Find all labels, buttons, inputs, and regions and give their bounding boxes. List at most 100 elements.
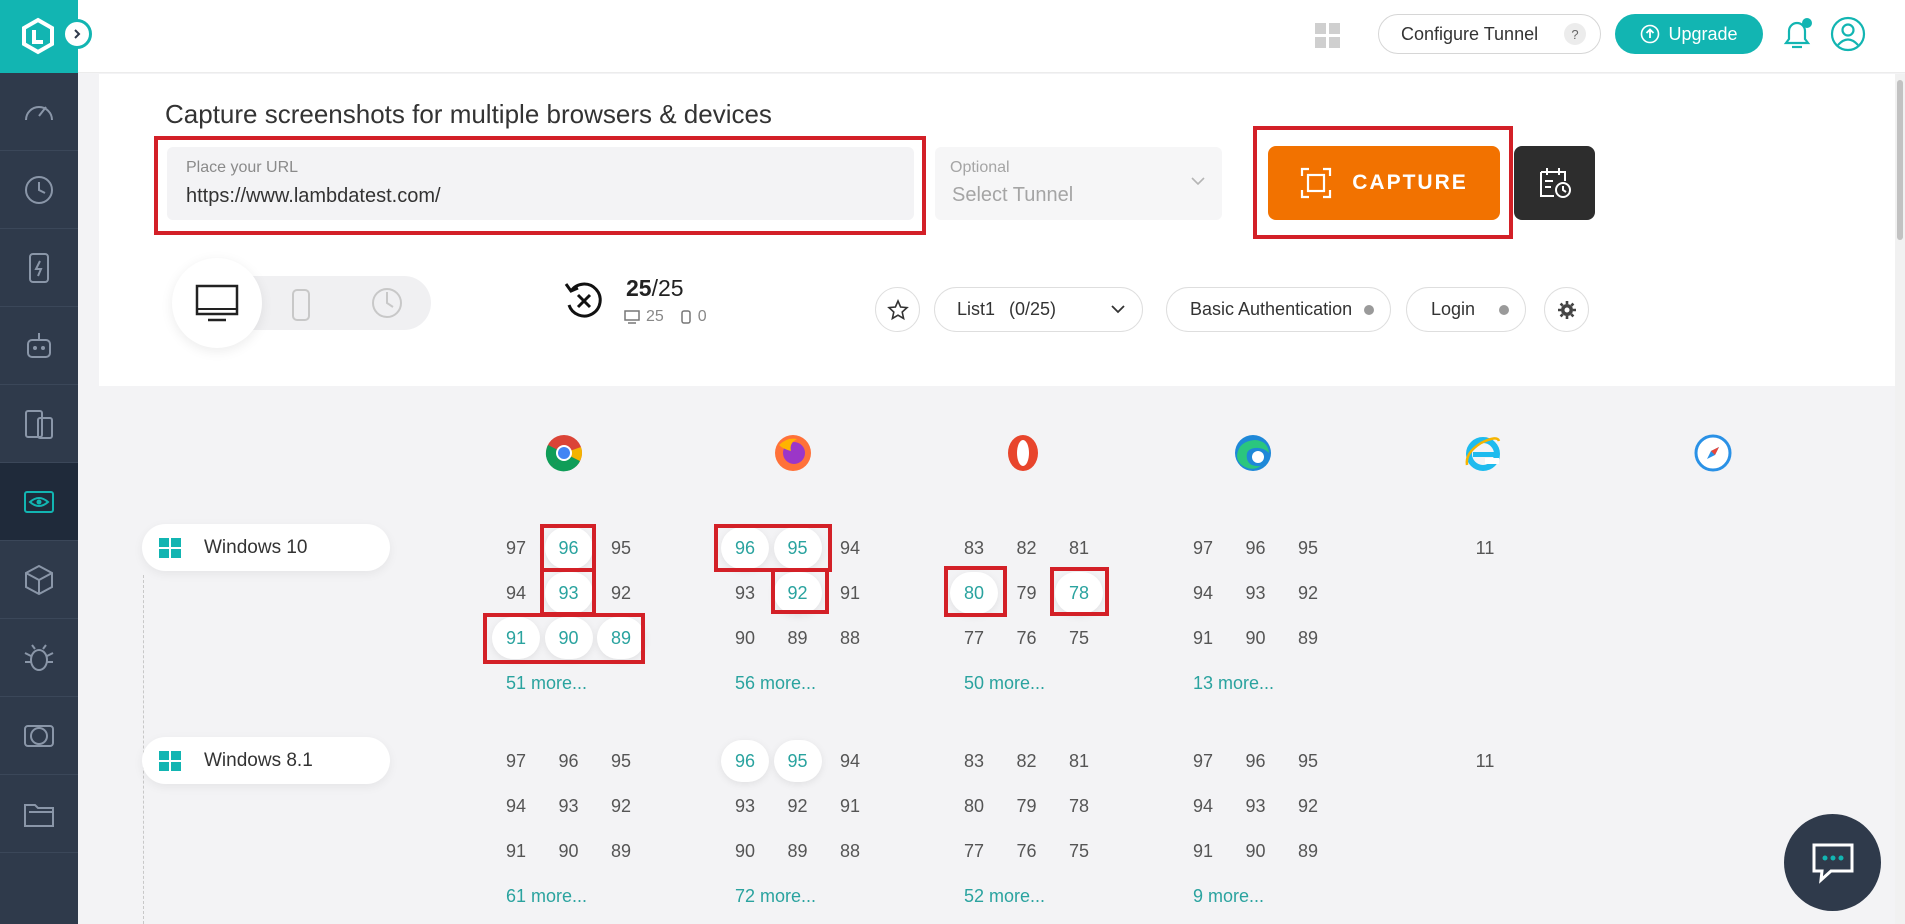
more-versions-link-chrome[interactable]: 51 more... — [506, 673, 587, 694]
version-edge-89[interactable]: 89 — [1284, 830, 1332, 872]
more-versions-link-firefox[interactable]: 56 more... — [735, 673, 816, 694]
os-pill-windows-10[interactable]: Windows 10 — [142, 524, 390, 571]
version-opera-76[interactable]: 76 — [1003, 830, 1051, 872]
version-opera-78[interactable]: 78 — [1055, 572, 1103, 614]
version-firefox-90[interactable]: 90 — [721, 617, 769, 659]
version-firefox-93[interactable]: 93 — [721, 572, 769, 614]
version-edge-96[interactable]: 96 — [1232, 740, 1280, 782]
url-input-value[interactable]: https://www.lambdatest.com/ — [186, 185, 441, 208]
version-edge-91[interactable]: 91 — [1179, 617, 1227, 659]
version-edge-95[interactable]: 95 — [1284, 740, 1332, 782]
version-firefox-91[interactable]: 91 — [826, 572, 874, 614]
version-opera-82[interactable]: 82 — [1003, 740, 1051, 782]
version-edge-89[interactable]: 89 — [1284, 617, 1332, 659]
version-firefox-95[interactable]: 95 — [773, 740, 822, 782]
chat-support-button[interactable] — [1784, 814, 1881, 911]
version-opera-75[interactable]: 75 — [1055, 830, 1103, 872]
version-edge-94[interactable]: 94 — [1179, 785, 1227, 827]
version-opera-77[interactable]: 77 — [950, 830, 998, 872]
more-versions-link-firefox[interactable]: 72 more... — [735, 886, 816, 907]
version-chrome-93[interactable]: 93 — [544, 572, 593, 614]
desktop-tab[interactable] — [172, 258, 262, 348]
sidebar-item-smart-ui[interactable] — [0, 697, 78, 775]
settings-button[interactable] — [1544, 287, 1589, 332]
version-firefox-89[interactable]: 89 — [774, 617, 822, 659]
sidebar-item-responsive[interactable] — [0, 385, 78, 463]
version-firefox-89[interactable]: 89 — [774, 830, 822, 872]
version-opera-82[interactable]: 82 — [1003, 527, 1051, 569]
sidebar-item-projects[interactable] — [0, 775, 78, 853]
version-edge-94[interactable]: 94 — [1179, 572, 1227, 614]
version-firefox-92[interactable]: 92 — [773, 572, 822, 614]
more-versions-link-edge[interactable]: 9 more... — [1193, 886, 1264, 907]
sidebar-expand-button[interactable] — [62, 19, 92, 49]
version-edge-97[interactable]: 97 — [1179, 740, 1227, 782]
more-versions-link-chrome[interactable]: 61 more... — [506, 886, 587, 907]
version-firefox-95[interactable]: 95 — [773, 527, 822, 569]
version-chrome-91[interactable]: 91 — [492, 617, 540, 659]
version-chrome-95[interactable]: 95 — [597, 527, 645, 569]
version-opera-75[interactable]: 75 — [1055, 617, 1103, 659]
scrollbar-thumb[interactable] — [1897, 80, 1903, 240]
version-edge-95[interactable]: 95 — [1284, 527, 1332, 569]
version-chrome-92[interactable]: 92 — [597, 572, 645, 614]
version-edge-93[interactable]: 93 — [1232, 572, 1280, 614]
version-firefox-94[interactable]: 94 — [826, 740, 874, 782]
version-edge-92[interactable]: 92 — [1284, 785, 1332, 827]
version-firefox-90[interactable]: 90 — [721, 830, 769, 872]
capture-button[interactable]: CAPTURE — [1268, 146, 1500, 220]
schedule-button[interactable] — [1514, 146, 1595, 220]
version-opera-80[interactable]: 80 — [950, 785, 998, 827]
version-opera-76[interactable]: 76 — [1003, 617, 1051, 659]
version-chrome-90[interactable]: 90 — [544, 617, 593, 659]
notification-bell-icon[interactable] — [1778, 16, 1816, 54]
more-versions-link-opera[interactable]: 52 more... — [964, 886, 1045, 907]
version-firefox-92[interactable]: 92 — [774, 785, 822, 827]
upgrade-button[interactable]: Upgrade — [1615, 14, 1763, 54]
sidebar-item-app-testing[interactable] — [0, 229, 78, 307]
version-ie-11[interactable]: 11 — [1461, 527, 1509, 569]
version-chrome-97[interactable]: 97 — [492, 527, 540, 569]
version-chrome-92[interactable]: 92 — [597, 785, 645, 827]
configure-tunnel-button[interactable]: Configure Tunnel ? — [1378, 14, 1601, 54]
sidebar-item-visual-ui[interactable] — [0, 463, 78, 541]
version-chrome-93[interactable]: 93 — [545, 785, 593, 827]
version-edge-97[interactable]: 97 — [1179, 527, 1227, 569]
tunnel-select[interactable]: Optional Select Tunnel — [935, 147, 1222, 220]
version-edge-90[interactable]: 90 — [1232, 830, 1280, 872]
version-opera-78[interactable]: 78 — [1055, 785, 1103, 827]
version-chrome-89[interactable]: 89 — [597, 617, 645, 659]
sidebar-item-dashboard[interactable] — [0, 73, 78, 151]
help-icon[interactable]: ? — [1564, 23, 1586, 45]
version-firefox-94[interactable]: 94 — [826, 527, 874, 569]
version-opera-79[interactable]: 79 — [1003, 572, 1051, 614]
version-chrome-90[interactable]: 90 — [545, 830, 593, 872]
version-opera-83[interactable]: 83 — [950, 740, 998, 782]
url-input[interactable]: Place your URL https://www.lambdatest.co… — [167, 147, 914, 220]
sidebar-item-realtime[interactable] — [0, 151, 78, 229]
version-firefox-91[interactable]: 91 — [826, 785, 874, 827]
version-opera-77[interactable]: 77 — [950, 617, 998, 659]
version-opera-79[interactable]: 79 — [1003, 785, 1051, 827]
version-chrome-97[interactable]: 97 — [492, 740, 540, 782]
version-chrome-89[interactable]: 89 — [597, 830, 645, 872]
history-timer-icon[interactable] — [369, 285, 405, 321]
browser-list-dropdown[interactable]: List1 (0/25) — [934, 287, 1143, 332]
version-firefox-88[interactable]: 88 — [826, 830, 874, 872]
apps-grid-icon[interactable] — [1315, 23, 1341, 49]
login-button[interactable]: Login — [1406, 287, 1526, 332]
version-edge-92[interactable]: 92 — [1284, 572, 1332, 614]
version-opera-83[interactable]: 83 — [950, 527, 998, 569]
sidebar-item-issues[interactable] — [0, 619, 78, 697]
mobile-device-icon[interactable] — [288, 288, 314, 322]
version-chrome-94[interactable]: 94 — [492, 785, 540, 827]
version-opera-81[interactable]: 81 — [1055, 527, 1103, 569]
version-firefox-96[interactable]: 96 — [721, 527, 769, 569]
version-edge-96[interactable]: 96 — [1232, 527, 1280, 569]
more-versions-link-edge[interactable]: 13 more... — [1193, 673, 1274, 694]
version-edge-93[interactable]: 93 — [1232, 785, 1280, 827]
version-chrome-94[interactable]: 94 — [492, 572, 540, 614]
version-opera-81[interactable]: 81 — [1055, 740, 1103, 782]
sidebar-item-builds[interactable] — [0, 541, 78, 619]
version-chrome-95[interactable]: 95 — [597, 740, 645, 782]
